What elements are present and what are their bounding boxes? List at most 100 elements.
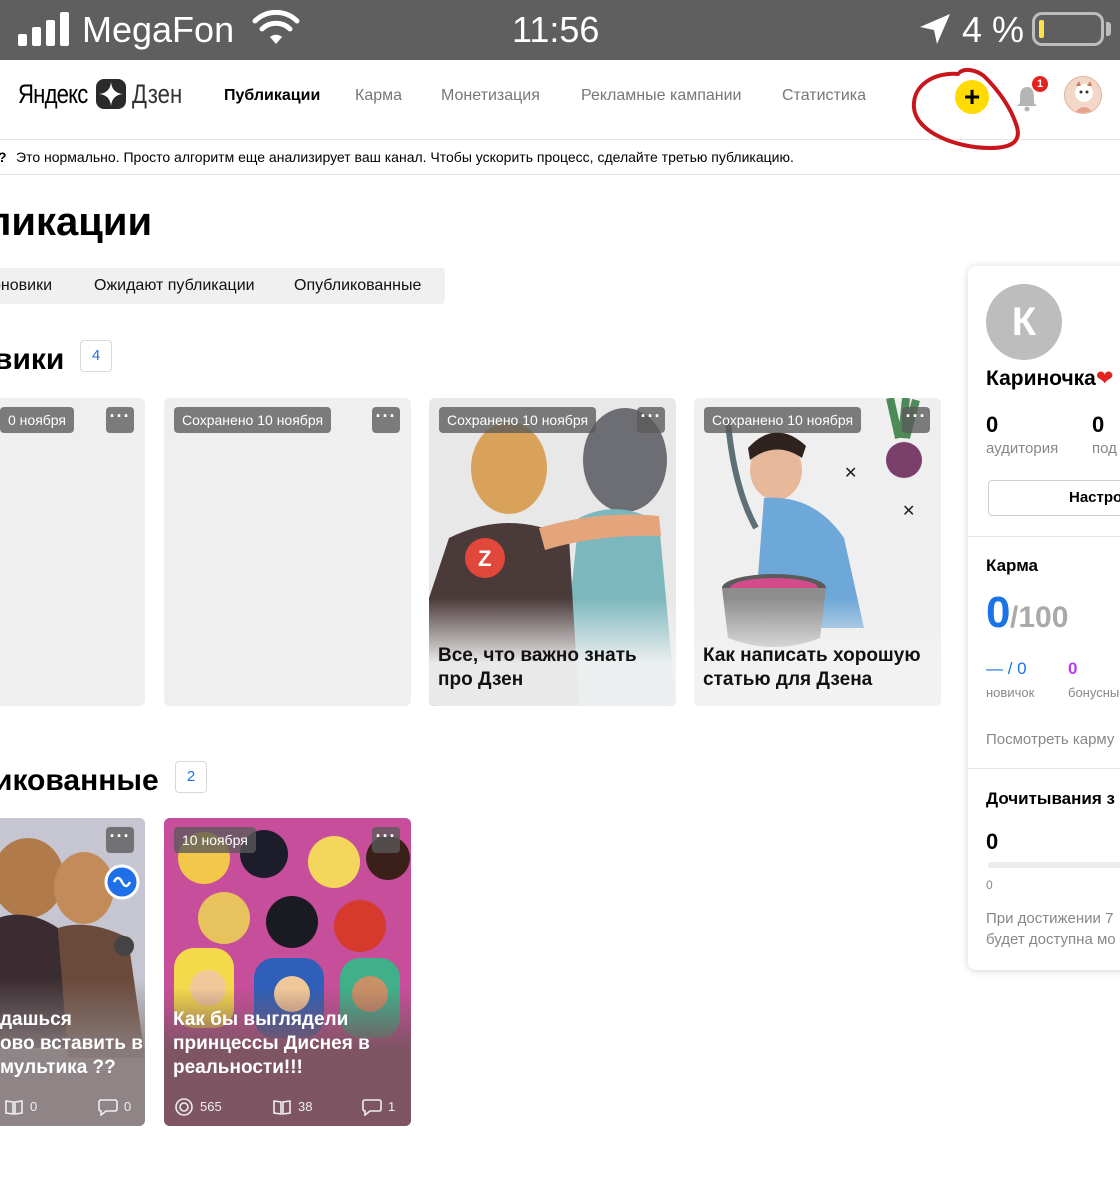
reads-progress-bar (988, 862, 1120, 868)
reads-value: 0 (986, 829, 999, 854)
reads-stat: 0 (4, 1096, 37, 1118)
svg-text:✕: ✕ (844, 465, 857, 482)
channel-avatar[interactable]: К (986, 284, 1062, 360)
book-icon (273, 1100, 291, 1115)
reads-stat: 38 (272, 1096, 312, 1118)
more-icon[interactable]: ··· (106, 407, 134, 433)
nav-monetization[interactable]: Монетизация (441, 86, 540, 106)
view-karma-link[interactable]: Посмотреть карму (986, 730, 1114, 750)
book-icon (5, 1100, 23, 1115)
published-count-badge: 2 (175, 761, 207, 793)
novice-value: — / 0 (986, 659, 1027, 678)
karma-max: /100 (1010, 601, 1069, 634)
add-publication-button[interactable]: + (955, 80, 989, 114)
views-stat: 565 (174, 1096, 222, 1118)
more-icon[interactable]: ··· (372, 827, 400, 853)
page-title: ликации (0, 200, 153, 244)
screen: MegaFon 11:56 4 % Яндекс Дзен Публикации… (0, 0, 1120, 1200)
svg-text:✕: ✕ (902, 503, 915, 520)
battery-nub (1106, 22, 1111, 36)
nav-karma[interactable]: Карма (355, 86, 402, 106)
comment-icon (98, 1099, 118, 1116)
battery-percent: 4 % (962, 9, 1025, 50)
divider (968, 768, 1120, 769)
zen-star-icon (96, 79, 126, 109)
reads-note-line-2: будет доступна мо (986, 931, 1116, 948)
card-date-tag: 0 ноября (0, 407, 75, 433)
svg-text:Z: Z (478, 546, 491, 571)
views-icon (175, 1098, 193, 1116)
card-date-tag: Сохранено 10 ноября (439, 407, 597, 433)
card-date-tag: Сохранено 10 ноября (704, 407, 862, 433)
reads-axis-start: 0 (986, 878, 993, 892)
published-card[interactable]: ··· дашься ово вставить в мультика ?? 0 … (0, 818, 145, 1126)
divider (968, 536, 1120, 537)
audience-value: 0 (986, 412, 999, 437)
zen-logo[interactable]: Яндекс Дзен (18, 78, 193, 110)
site-header: Яндекс Дзен Публикации Карма Монетизация… (0, 60, 1120, 140)
bonus-value: 0 (1068, 659, 1078, 678)
card-title: Как бы выглядели принцессы Диснея в реал… (173, 1009, 370, 1078)
heart-icon: ❤ (1095, 367, 1114, 390)
more-icon[interactable]: ··· (902, 407, 930, 433)
logo-product: Дзен (132, 78, 183, 109)
location-arrow-icon (920, 14, 950, 44)
nav-ad-campaigns[interactable]: Рекламные кампании (581, 86, 741, 106)
carrier-name: MegaFon (82, 9, 235, 50)
novice-label: новичок (986, 685, 1035, 700)
tab-drafts[interactable]: рновики (0, 268, 52, 304)
notification-badge: 1 (1032, 76, 1048, 92)
published-card[interactable]: 10 ноября ··· Как бы выглядели принцессы… (164, 818, 411, 1126)
more-icon[interactable]: ··· (372, 407, 400, 433)
bonus-label: бонусны (1068, 685, 1120, 700)
audience-label: аудитория (986, 440, 1059, 457)
card-date-tag: 10 ноября (174, 827, 256, 853)
publication-tabs: рновики Ожидают публикации Опубликованны… (0, 268, 445, 304)
settings-button[interactable]: Настро (988, 480, 1120, 516)
clock: 11:56 (512, 9, 600, 50)
tab-scheduled[interactable]: Ожидают публикации (94, 268, 255, 304)
draft-card[interactable]: Z Сохранено 10 ноября ··· Все, что важно… (429, 398, 676, 706)
wifi-icon (252, 10, 300, 44)
battery-icon (1032, 12, 1104, 46)
drafts-section-title: вики (0, 343, 65, 376)
subscribers-label: под (1092, 440, 1117, 457)
published-section-title: икованные (0, 764, 159, 797)
card-title: дашься ово вставить в мультика ?? (0, 1009, 143, 1078)
notice-mark: ? (0, 141, 7, 173)
status-bar: MegaFon 11:56 4 % (0, 0, 1120, 60)
draft-card[interactable]: 0 ноября ··· (0, 398, 145, 706)
reads-note-line-1: При достижении 7 (986, 910, 1114, 927)
channel-name: Кариночка❤ (986, 367, 1114, 390)
tab-published[interactable]: Опубликованные (294, 268, 421, 304)
subscribers-value: 0 (1092, 412, 1105, 437)
notice-text: Это нормально. Просто алгоритм еще анали… (16, 149, 794, 165)
card-title: Как написать хорошую статью для Дзена (703, 645, 921, 690)
comments-count: 1 (388, 1099, 396, 1114)
reads-title: Дочитывания з (986, 789, 1115, 808)
info-notice: ? Это нормально. Просто алгоритм еще ана… (0, 141, 1120, 175)
card-date-tag: Сохранено 10 ноября (174, 407, 332, 433)
nav-publications[interactable]: Публикации (224, 86, 320, 106)
nav-statistics[interactable]: Статистика (782, 86, 866, 106)
user-avatar[interactable] (1064, 76, 1102, 114)
more-icon[interactable]: ··· (637, 407, 665, 433)
reads-count: 38 (298, 1099, 313, 1114)
more-icon[interactable]: ··· (106, 827, 134, 853)
card-stats: 0 0 (0, 1096, 145, 1118)
karma-title: Карма (986, 556, 1039, 575)
karma-value: 0 (986, 588, 1011, 637)
comments-count: 0 (124, 1099, 132, 1114)
channel-sidebar: К Кариночка❤ 0 аудитория 0 под Настро Ка… (968, 266, 1120, 970)
drafts-count-badge: 4 (80, 340, 112, 372)
draft-card[interactable]: ✕ ✕ Сохранено 10 ноября ··· Как написать… (694, 398, 941, 706)
logo-brand: Яндекс (18, 78, 88, 109)
draft-card[interactable]: Сохранено 10 ноября ··· (164, 398, 411, 706)
comments-stat: 1 (362, 1096, 395, 1118)
comments-stat: 0 (98, 1096, 131, 1118)
reads-count: 0 (30, 1099, 38, 1114)
views-count: 565 (200, 1099, 222, 1114)
signal-icon (18, 12, 69, 46)
card-title: Все, что важно знать про Дзен (438, 645, 637, 690)
card-stats: 565 38 1 (164, 1096, 411, 1118)
